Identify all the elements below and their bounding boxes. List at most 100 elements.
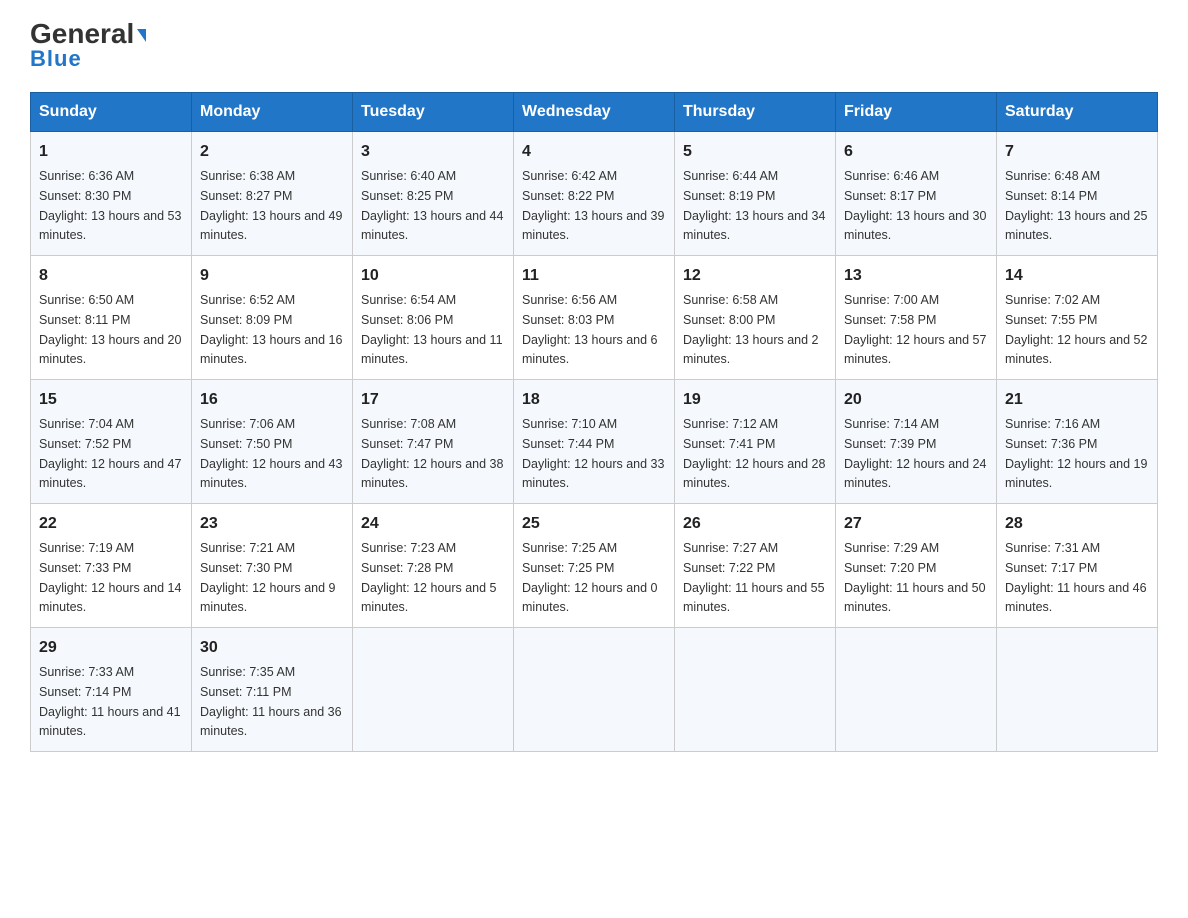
- daylight-hours: 12 hours and 0 minutes.: [522, 581, 658, 615]
- daylight-hours: 12 hours and 47 minutes.: [39, 457, 181, 491]
- calendar-table: SundayMondayTuesdayWednesdayThursdayFrid…: [30, 92, 1158, 752]
- day-info: Sunrise: 7:19 AMSunset: 7:33 PMDaylight:…: [39, 541, 181, 614]
- day-number: 6: [844, 140, 988, 164]
- day-cell: 23 Sunrise: 7:21 AMSunset: 7:30 PMDaylig…: [192, 504, 353, 628]
- daylight-hours: 12 hours and 52 minutes.: [1005, 333, 1147, 367]
- header-sunday: Sunday: [31, 93, 192, 132]
- day-cell: 8 Sunrise: 6:50 AMSunset: 8:11 PMDayligh…: [31, 256, 192, 380]
- day-info: Sunrise: 7:10 AMSunset: 7:44 PMDaylight:…: [522, 417, 664, 490]
- day-cell: 3 Sunrise: 6:40 AMSunset: 8:25 PMDayligh…: [353, 132, 514, 256]
- day-info: Sunrise: 7:06 AMSunset: 7:50 PMDaylight:…: [200, 417, 342, 490]
- day-cell: 15 Sunrise: 7:04 AMSunset: 7:52 PMDaylig…: [31, 380, 192, 504]
- day-number: 28: [1005, 512, 1149, 536]
- daylight-hours: 13 hours and 25 minutes.: [1005, 209, 1147, 243]
- day-info: Sunrise: 6:46 AMSunset: 8:17 PMDaylight:…: [844, 169, 986, 242]
- day-number: 5: [683, 140, 827, 164]
- day-info: Sunrise: 6:56 AMSunset: 8:03 PMDaylight:…: [522, 293, 658, 366]
- daylight-hours: 11 hours and 46 minutes.: [1005, 581, 1147, 615]
- day-number: 26: [683, 512, 827, 536]
- day-cell: 19 Sunrise: 7:12 AMSunset: 7:41 PMDaylig…: [675, 380, 836, 504]
- daylight-hours: 11 hours and 41 minutes.: [39, 705, 181, 739]
- daylight-hours: 12 hours and 24 minutes.: [844, 457, 986, 491]
- daylight-hours: 13 hours and 34 minutes.: [683, 209, 825, 243]
- day-info: Sunrise: 7:16 AMSunset: 7:36 PMDaylight:…: [1005, 417, 1147, 490]
- daylight-hours: 12 hours and 14 minutes.: [39, 581, 181, 615]
- daylight-hours: 11 hours and 50 minutes.: [844, 581, 986, 615]
- day-cell: 20 Sunrise: 7:14 AMSunset: 7:39 PMDaylig…: [836, 380, 997, 504]
- day-cell: 24 Sunrise: 7:23 AMSunset: 7:28 PMDaylig…: [353, 504, 514, 628]
- day-info: Sunrise: 7:14 AMSunset: 7:39 PMDaylight:…: [844, 417, 986, 490]
- daylight-hours: 13 hours and 6 minutes.: [522, 333, 658, 367]
- day-info: Sunrise: 6:42 AMSunset: 8:22 PMDaylight:…: [522, 169, 664, 242]
- day-cell: [675, 628, 836, 752]
- day-number: 10: [361, 264, 505, 288]
- day-info: Sunrise: 6:58 AMSunset: 8:00 PMDaylight:…: [683, 293, 819, 366]
- day-number: 20: [844, 388, 988, 412]
- day-info: Sunrise: 7:31 AMSunset: 7:17 PMDaylight:…: [1005, 541, 1147, 614]
- day-cell: 26 Sunrise: 7:27 AMSunset: 7:22 PMDaylig…: [675, 504, 836, 628]
- day-cell: 18 Sunrise: 7:10 AMSunset: 7:44 PMDaylig…: [514, 380, 675, 504]
- day-number: 27: [844, 512, 988, 536]
- week-row-2: 8 Sunrise: 6:50 AMSunset: 8:11 PMDayligh…: [31, 256, 1158, 380]
- day-info: Sunrise: 6:52 AMSunset: 8:09 PMDaylight:…: [200, 293, 342, 366]
- day-number: 23: [200, 512, 344, 536]
- day-info: Sunrise: 6:38 AMSunset: 8:27 PMDaylight:…: [200, 169, 342, 242]
- header-thursday: Thursday: [675, 93, 836, 132]
- day-cell: 4 Sunrise: 6:42 AMSunset: 8:22 PMDayligh…: [514, 132, 675, 256]
- day-info: Sunrise: 7:02 AMSunset: 7:55 PMDaylight:…: [1005, 293, 1147, 366]
- daylight-hours: 13 hours and 30 minutes.: [844, 209, 986, 243]
- daylight-hours: 13 hours and 39 minutes.: [522, 209, 664, 243]
- daylight-hours: 13 hours and 2 minutes.: [683, 333, 819, 367]
- day-number: 4: [522, 140, 666, 164]
- week-row-4: 22 Sunrise: 7:19 AMSunset: 7:33 PMDaylig…: [31, 504, 1158, 628]
- day-cell: 22 Sunrise: 7:19 AMSunset: 7:33 PMDaylig…: [31, 504, 192, 628]
- day-cell: 25 Sunrise: 7:25 AMSunset: 7:25 PMDaylig…: [514, 504, 675, 628]
- day-number: 25: [522, 512, 666, 536]
- day-number: 7: [1005, 140, 1149, 164]
- daylight-hours: 12 hours and 5 minutes.: [361, 581, 497, 615]
- day-number: 12: [683, 264, 827, 288]
- day-cell: 6 Sunrise: 6:46 AMSunset: 8:17 PMDayligh…: [836, 132, 997, 256]
- day-number: 18: [522, 388, 666, 412]
- day-number: 17: [361, 388, 505, 412]
- day-cell: 9 Sunrise: 6:52 AMSunset: 8:09 PMDayligh…: [192, 256, 353, 380]
- calendar-header-row: SundayMondayTuesdayWednesdayThursdayFrid…: [31, 93, 1158, 132]
- day-info: Sunrise: 7:23 AMSunset: 7:28 PMDaylight:…: [361, 541, 497, 614]
- daylight-hours: 12 hours and 9 minutes.: [200, 581, 336, 615]
- day-info: Sunrise: 7:33 AMSunset: 7:14 PMDaylight:…: [39, 665, 181, 738]
- day-number: 21: [1005, 388, 1149, 412]
- day-cell: [353, 628, 514, 752]
- week-row-3: 15 Sunrise: 7:04 AMSunset: 7:52 PMDaylig…: [31, 380, 1158, 504]
- week-row-1: 1 Sunrise: 6:36 AMSunset: 8:30 PMDayligh…: [31, 132, 1158, 256]
- daylight-hours: 12 hours and 19 minutes.: [1005, 457, 1147, 491]
- header-tuesday: Tuesday: [353, 93, 514, 132]
- daylight-hours: 12 hours and 33 minutes.: [522, 457, 664, 491]
- day-info: Sunrise: 7:35 AMSunset: 7:11 PMDaylight:…: [200, 665, 342, 738]
- daylight-hours: 12 hours and 38 minutes.: [361, 457, 503, 491]
- day-cell: 11 Sunrise: 6:56 AMSunset: 8:03 PMDaylig…: [514, 256, 675, 380]
- day-cell: 28 Sunrise: 7:31 AMSunset: 7:17 PMDaylig…: [997, 504, 1158, 628]
- day-info: Sunrise: 7:27 AMSunset: 7:22 PMDaylight:…: [683, 541, 825, 614]
- day-cell: 14 Sunrise: 7:02 AMSunset: 7:55 PMDaylig…: [997, 256, 1158, 380]
- day-cell: 1 Sunrise: 6:36 AMSunset: 8:30 PMDayligh…: [31, 132, 192, 256]
- header-friday: Friday: [836, 93, 997, 132]
- logo: General Blue: [30, 20, 146, 72]
- day-number: 14: [1005, 264, 1149, 288]
- day-number: 15: [39, 388, 183, 412]
- daylight-hours: 13 hours and 11 minutes.: [361, 333, 503, 367]
- day-cell: 5 Sunrise: 6:44 AMSunset: 8:19 PMDayligh…: [675, 132, 836, 256]
- daylight-hours: 12 hours and 43 minutes.: [200, 457, 342, 491]
- day-cell: 29 Sunrise: 7:33 AMSunset: 7:14 PMDaylig…: [31, 628, 192, 752]
- day-number: 13: [844, 264, 988, 288]
- logo-blue: Blue: [30, 46, 82, 72]
- daylight-hours: 13 hours and 16 minutes.: [200, 333, 342, 367]
- day-cell: [997, 628, 1158, 752]
- day-info: Sunrise: 7:04 AMSunset: 7:52 PMDaylight:…: [39, 417, 181, 490]
- day-number: 30: [200, 636, 344, 660]
- daylight-hours: 13 hours and 44 minutes.: [361, 209, 503, 243]
- day-cell: [836, 628, 997, 752]
- day-info: Sunrise: 7:25 AMSunset: 7:25 PMDaylight:…: [522, 541, 658, 614]
- day-number: 2: [200, 140, 344, 164]
- day-cell: 10 Sunrise: 6:54 AMSunset: 8:06 PMDaylig…: [353, 256, 514, 380]
- page-header: General Blue: [30, 20, 1158, 72]
